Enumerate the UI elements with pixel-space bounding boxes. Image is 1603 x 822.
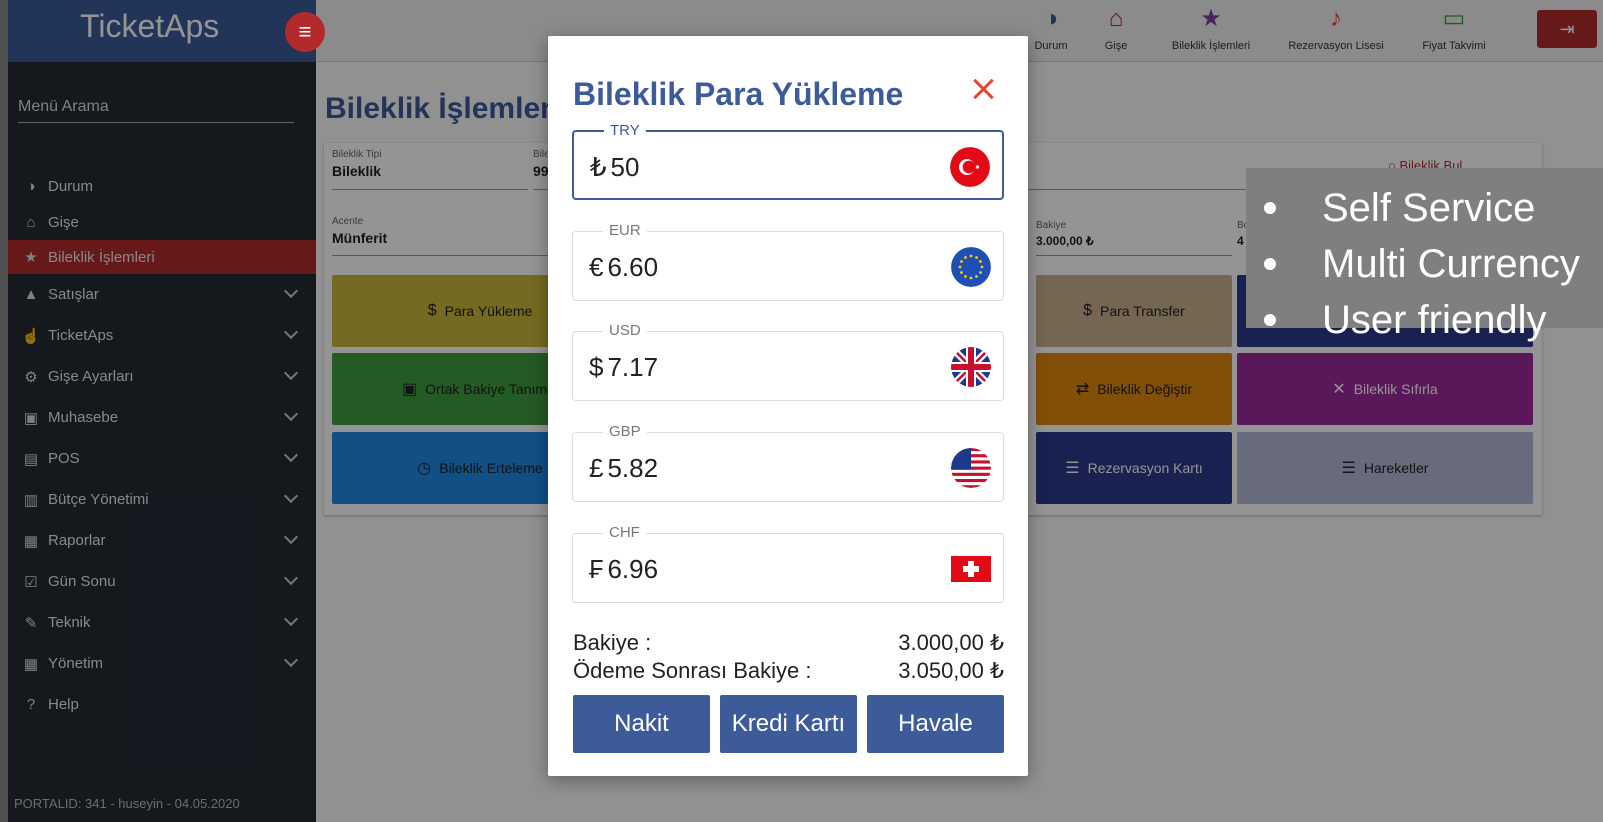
currency-value: ₺ 50: [590, 152, 639, 183]
currency-symbol: ₣: [589, 554, 604, 584]
try-amount-field[interactable]: TRY ₺ 50: [572, 122, 1004, 200]
amount-value: 7.17: [607, 352, 659, 382]
currency-symbol: €: [589, 252, 604, 282]
feature-item: Multi Currency: [1264, 236, 1603, 292]
after-balance-value: 3.050,00 ₺: [898, 658, 1004, 683]
feature-item: Self Service: [1264, 180, 1603, 236]
after-balance-label: Ödeme Sonrası Bakiye :: [573, 658, 812, 683]
top-up-dialog: Bileklik Para Yükleme TRY ₺ 50 EUR €6.60 …: [548, 36, 1028, 776]
us-flag-icon: [951, 448, 991, 488]
credit-card-button[interactable]: Kredi Kartı: [720, 695, 857, 753]
currency-label: TRY: [604, 122, 646, 139]
bullet-icon: [1264, 202, 1276, 214]
amount-value: 6.96: [607, 554, 659, 584]
balance-value: 3.000,00 ₺: [898, 630, 1004, 655]
currency-symbol: £: [589, 453, 604, 483]
bullet-icon: [1264, 258, 1276, 270]
usd-amount-field[interactable]: USD $7.17: [572, 322, 1004, 401]
currency-label: EUR: [603, 222, 647, 239]
dialog-title: Bileklik Para Yükleme: [573, 76, 904, 112]
menu-toggle-button[interactable]: ≡: [285, 12, 325, 52]
currency-label: USD: [603, 322, 647, 339]
eu-flag-icon: [951, 247, 991, 287]
currency-value: £5.82: [589, 453, 658, 484]
currency-label: CHF: [603, 524, 646, 541]
bank-transfer-button[interactable]: Havale: [867, 695, 1004, 753]
amount-value: 6.60: [607, 252, 659, 282]
currency-label: GBP: [603, 423, 647, 440]
currency-value: €6.60: [589, 252, 658, 283]
turkey-flag-icon: [950, 147, 990, 187]
feature-text: Multi Currency: [1322, 242, 1580, 286]
feature-callout: Self Service Multi Currency User friendl…: [1246, 168, 1603, 342]
feature-text: Self Service: [1322, 186, 1536, 230]
balance-label: Bakiye :: [573, 630, 652, 655]
currency-symbol: $: [589, 352, 604, 382]
feature-text: User friendly: [1322, 298, 1547, 342]
cash-button[interactable]: Nakit: [573, 695, 710, 753]
uk-flag-icon: [951, 347, 991, 387]
chf-amount-field[interactable]: CHF ₣ 6.96: [572, 524, 1004, 603]
currency-symbol: ₺: [590, 152, 607, 182]
close-icon[interactable]: [968, 74, 998, 104]
currency-value: ₣ 6.96: [589, 554, 658, 585]
eur-amount-field[interactable]: EUR €6.60: [572, 222, 1004, 301]
hamburger-icon: ≡: [298, 19, 312, 44]
feature-item: User friendly: [1264, 292, 1603, 348]
bullet-icon: [1264, 314, 1276, 326]
currency-value: $7.17: [589, 352, 658, 383]
amount-value: 50: [610, 152, 640, 182]
amount-value: 5.82: [607, 453, 659, 483]
swiss-flag-icon: [951, 556, 991, 582]
gbp-amount-field[interactable]: GBP £5.82: [572, 423, 1004, 502]
